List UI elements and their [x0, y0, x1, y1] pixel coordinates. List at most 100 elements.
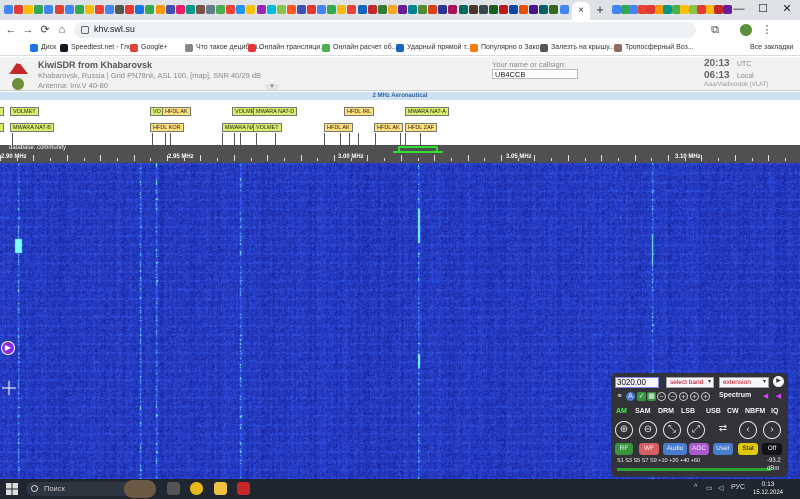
chrome-icon[interactable] [190, 482, 203, 495]
station-label[interactable]: MWARA NAT-D [253, 107, 298, 116]
volume-icon[interactable]: ◁ [718, 484, 723, 492]
windows-start-icon[interactable] [6, 483, 18, 495]
frequency-input[interactable]: 3020.00 [615, 377, 659, 388]
back-icon[interactable]: ← [4, 23, 18, 37]
tab-favicon-icon[interactable] [276, 5, 286, 14]
tab-favicon-icon[interactable] [286, 5, 296, 14]
tab-favicon-icon[interactable] [64, 5, 74, 14]
wf-toggle-button[interactable]: WF [639, 443, 659, 455]
eagle-widget-icon[interactable] [124, 480, 156, 498]
maximize-button[interactable]: ☐ [752, 2, 774, 18]
rf-toggle-button[interactable]: RF [615, 443, 633, 455]
play-button[interactable]: ▶ [773, 376, 784, 387]
agc-toggle-button[interactable]: AGC [689, 443, 709, 455]
tab-favicon-icon[interactable] [408, 5, 417, 14]
tab-favicon-icon[interactable] [94, 5, 104, 14]
extension-dropdown[interactable]: extension [719, 377, 769, 388]
tab-favicon-icon[interactable] [478, 5, 488, 14]
step-right-icon[interactable]: › [763, 421, 781, 439]
station-label[interactable]: HFDL AK [374, 123, 403, 132]
tab-favicon-icon[interactable] [697, 5, 706, 14]
tab-favicon-icon[interactable] [498, 5, 508, 14]
tab-favicon-icon[interactable] [418, 5, 428, 14]
bookmark-item[interactable]: Тропосферный Воз... [614, 42, 694, 54]
tab-favicon-icon[interactable] [509, 5, 518, 14]
mode-cw-button[interactable]: CW [727, 408, 739, 415]
tab-favicon-icon[interactable] [44, 5, 54, 14]
tab-favicon-icon[interactable] [165, 5, 175, 14]
frequency-scale[interactable]: database: community 2.90 MHz 2.95 MHz 3.00… [0, 145, 800, 163]
select-band-dropdown[interactable]: select band [666, 377, 714, 388]
tab-favicon-icon[interactable] [317, 5, 327, 14]
off-toggle-button[interactable]: Off [762, 443, 782, 455]
tab-favicon-icon[interactable] [226, 5, 236, 14]
tab-favicon-icon[interactable] [367, 5, 377, 14]
tab-favicon-icon[interactable] [488, 5, 498, 14]
tab-favicon-icon[interactable] [327, 5, 337, 14]
mute-speaker-icon[interactable]: ◀ [774, 392, 783, 401]
active-tab-close-button[interactable]: × [572, 2, 590, 20]
minus-small-icon[interactable]: − [668, 392, 677, 401]
station-label[interactable]: HFDL IRL [344, 107, 375, 116]
tab-favicon-icon[interactable] [185, 5, 195, 14]
station-label[interactable]: HFDL AK [162, 107, 191, 116]
tab-favicon-icon[interactable] [54, 5, 64, 14]
tab-favicon-icon[interactable] [145, 5, 155, 14]
bookmark-item[interactable]: Онлайн трансляци... [248, 42, 326, 54]
home-icon[interactable]: ⌂ [55, 23, 69, 37]
tab-favicon-icon[interactable] [14, 5, 24, 14]
spectrum-button[interactable]: Spectrum [719, 392, 751, 399]
mode-am-button[interactable]: AM [616, 408, 627, 415]
profile-avatar[interactable] [740, 24, 752, 36]
forward-icon[interactable]: → [21, 23, 35, 37]
station-label[interactable]: VOLMET [253, 123, 282, 132]
mute-icon[interactable]: ◀ [761, 392, 770, 401]
taskbar-time[interactable]: 0:13 [756, 481, 780, 488]
tab-favicon-icon[interactable] [74, 5, 84, 14]
bookmark-item[interactable]: Залезть на крышу... [540, 42, 615, 54]
zoom-fit-icon[interactable]: ⤡ [663, 421, 681, 439]
tab-favicon-icon[interactable] [549, 5, 559, 14]
station-label[interactable]: HFDL AK [324, 123, 353, 132]
grid-icon[interactable]: ▦ [647, 392, 656, 401]
tab-favicon-icon[interactable] [4, 5, 13, 14]
tab-favicon-icon[interactable] [296, 5, 306, 14]
all-bookmarks-button[interactable]: Все закладки [750, 42, 793, 54]
checkbox-icon[interactable]: ✓ [637, 392, 646, 401]
url-text[interactable]: khv.swl.su [94, 24, 135, 34]
taskbar-date[interactable]: 15.12.2024 [748, 490, 788, 496]
tab-favicon-icon[interactable] [714, 5, 723, 14]
station-label[interactable]: MWARA NAT-A [405, 107, 449, 116]
tab-favicon-icon[interactable] [337, 5, 347, 14]
tab-favicon-icon[interactable] [155, 5, 165, 14]
tab-favicon-icon[interactable] [84, 5, 94, 14]
audio-toggle-button[interactable]: Audio [663, 443, 687, 455]
callsign-input[interactable]: UB4CCB [492, 69, 578, 79]
tab-favicon-icon[interactable] [559, 5, 569, 14]
tab-favicon-icon[interactable] [680, 5, 689, 14]
tab-favicon-icon[interactable] [438, 5, 448, 14]
zoom-in-icon[interactable]: ⊕ [615, 421, 633, 439]
tab-favicon-icon[interactable] [529, 5, 539, 14]
user-toggle-button[interactable]: User [713, 443, 733, 455]
tab-favicon-icon[interactable] [34, 5, 44, 14]
tray-chevron-icon[interactable]: ^ [694, 484, 697, 491]
tab-favicon-icon[interactable] [307, 5, 316, 14]
tab-favicon-icon[interactable] [377, 5, 387, 14]
station-label[interactable]: HFDL KOR [150, 123, 184, 132]
minus-icon[interactable]: − [657, 392, 666, 401]
tab-favicon-icon[interactable] [175, 5, 185, 14]
bookmark-item[interactable]: Онлайн расчет об... [322, 42, 397, 54]
plus-large-icon[interactable]: + [701, 392, 710, 401]
bookmark-item[interactable]: Ударный прямой т... [396, 42, 472, 54]
plus-small-icon[interactable]: + [679, 392, 688, 401]
panel-toggle-icon[interactable]: ▶ [1, 341, 15, 355]
menu-icon[interactable]: ⋮ [760, 23, 774, 37]
mode-usb-button[interactable]: USB [706, 408, 721, 415]
tab-favicon-icon[interactable] [135, 5, 145, 14]
mode-drm-button[interactable]: DRM [658, 408, 674, 415]
tab-favicon-icon[interactable] [357, 5, 367, 14]
mode-nbfm-button[interactable]: NBFM [745, 408, 765, 415]
band-bar[interactable]: 2 MHz Aeronautical [0, 92, 800, 100]
tab-favicon-icon[interactable] [448, 5, 458, 14]
